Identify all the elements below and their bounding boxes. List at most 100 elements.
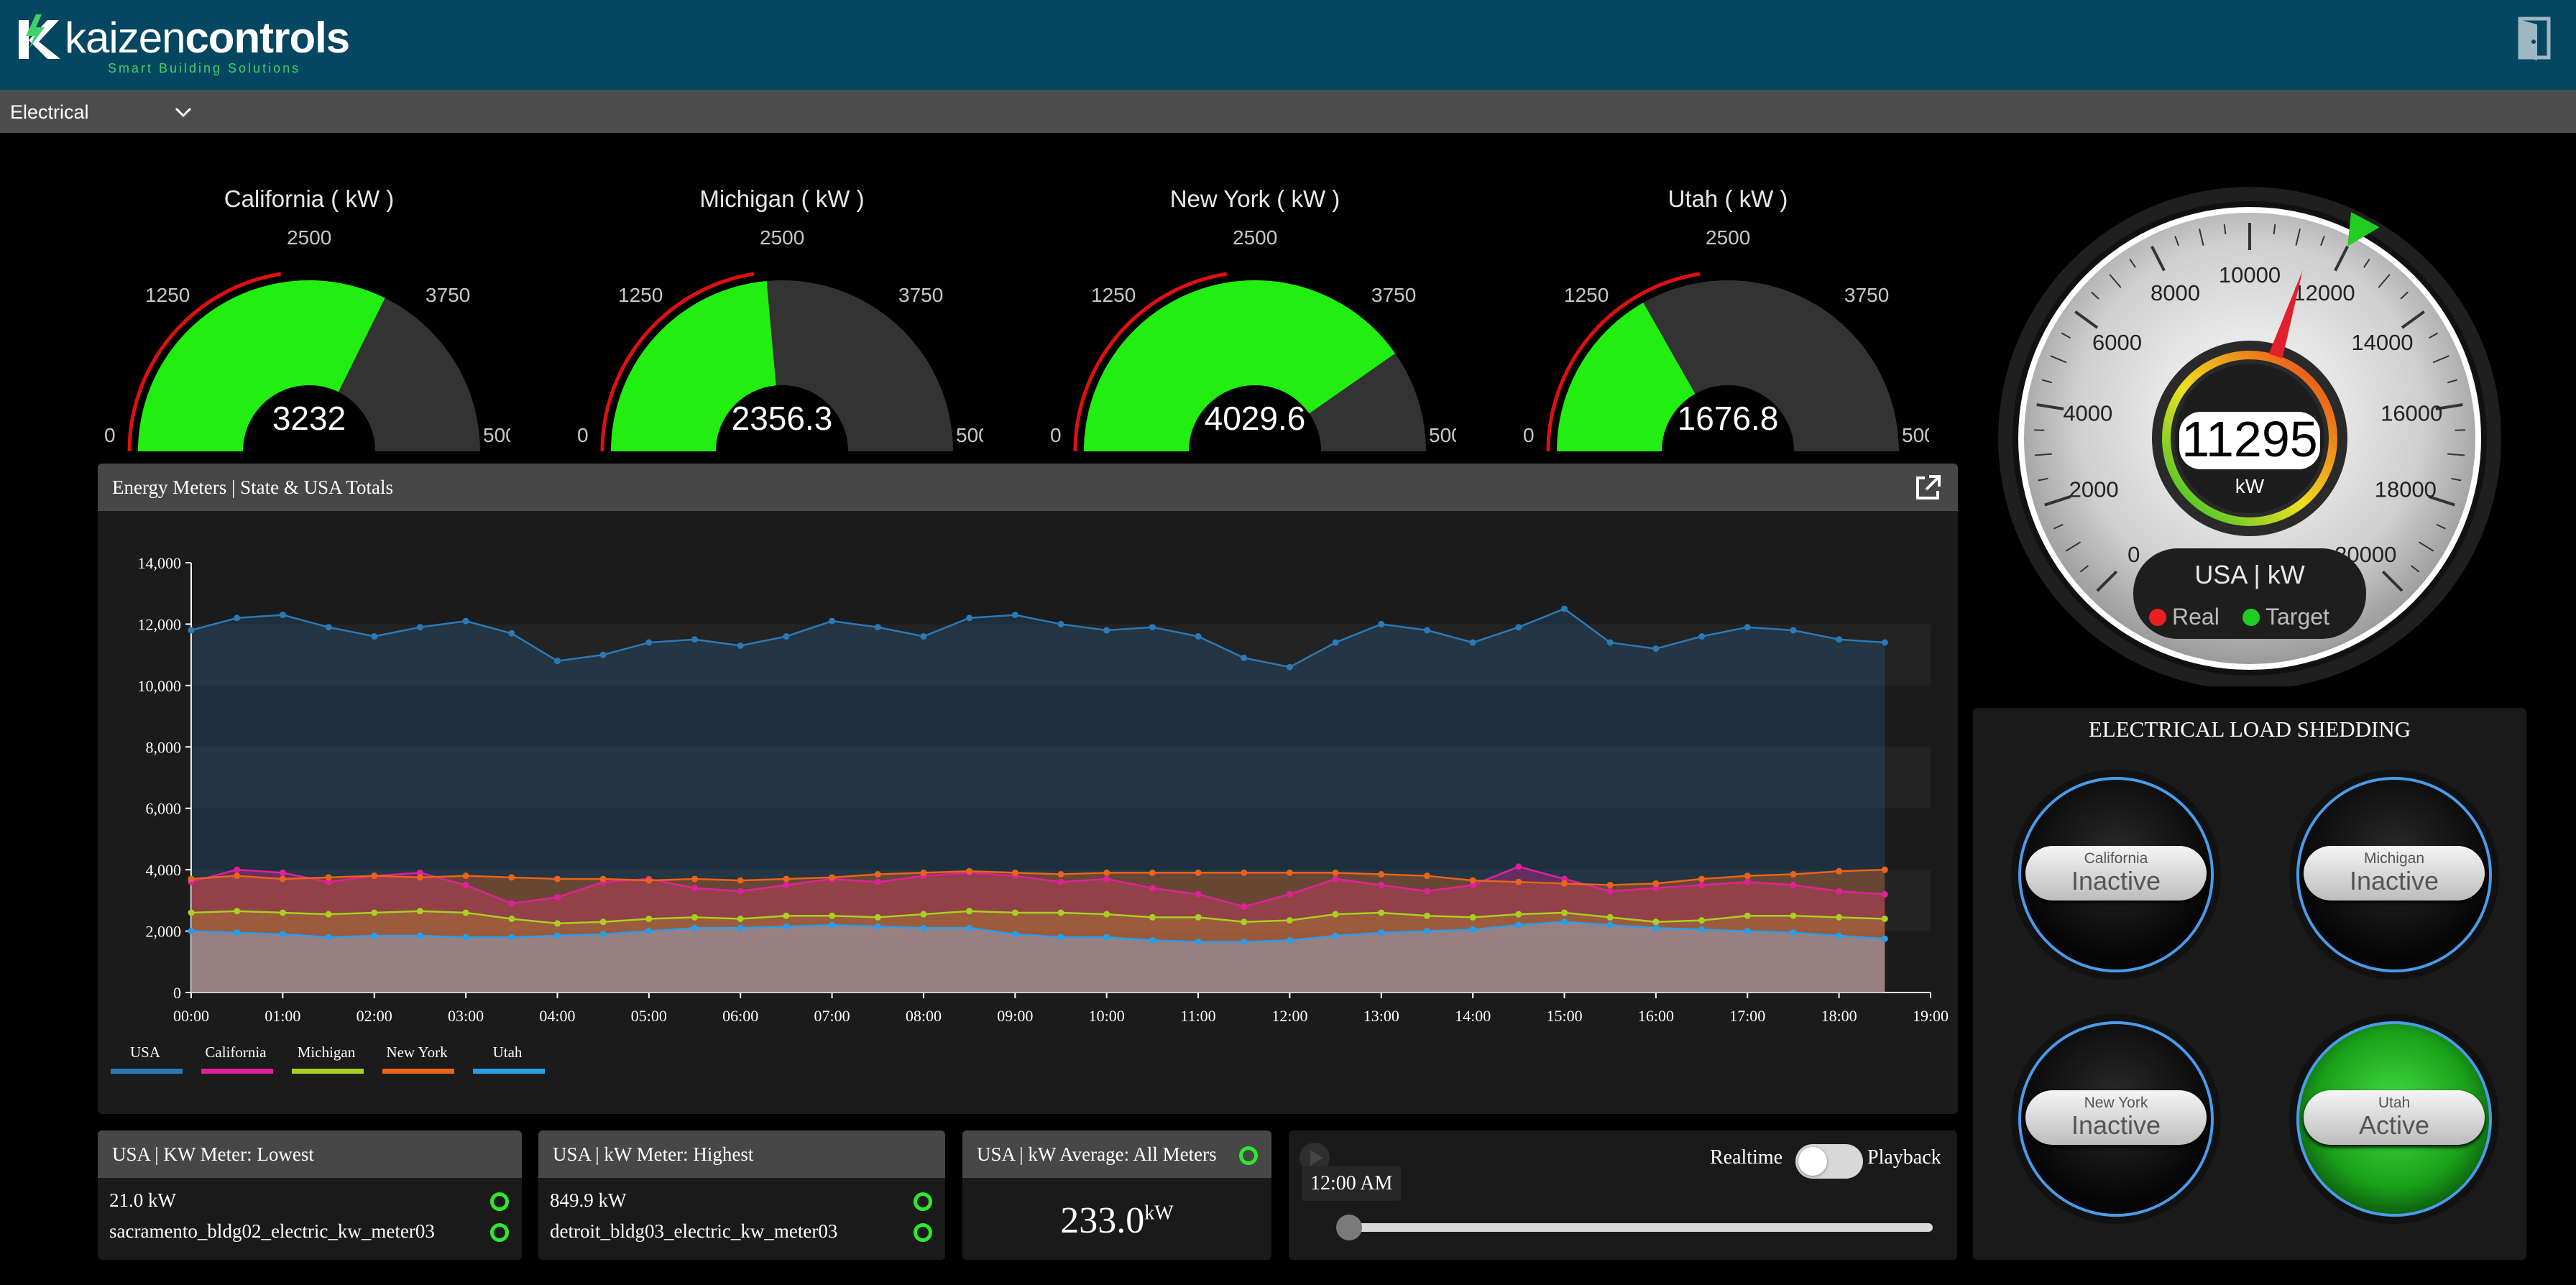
- data-point[interactable]: [1378, 882, 1385, 888]
- data-point[interactable]: [371, 872, 378, 880]
- data-point[interactable]: [645, 877, 653, 884]
- data-point[interactable]: [1241, 903, 1248, 910]
- legend-label[interactable]: Utah: [493, 1044, 523, 1061]
- data-point[interactable]: [1241, 939, 1248, 946]
- data-point[interactable]: [1332, 639, 1339, 646]
- data-point[interactable]: [1195, 939, 1202, 946]
- data-point[interactable]: [1515, 911, 1522, 918]
- data-point[interactable]: [829, 617, 836, 625]
- data-point[interactable]: [783, 875, 790, 883]
- data-point[interactable]: [1011, 909, 1018, 916]
- data-point[interactable]: [508, 630, 515, 637]
- data-point[interactable]: [1011, 612, 1018, 619]
- data-point[interactable]: [1423, 627, 1430, 634]
- data-point[interactable]: [416, 874, 423, 881]
- data-point[interactable]: [1790, 929, 1797, 936]
- data-point[interactable]: [874, 913, 881, 921]
- data-point[interactable]: [1561, 918, 1568, 926]
- data-point[interactable]: [325, 874, 332, 881]
- data-point[interactable]: [416, 624, 423, 631]
- data-point[interactable]: [371, 633, 378, 640]
- data-point[interactable]: [279, 869, 286, 876]
- data-point[interactable]: [1011, 931, 1018, 938]
- data-point[interactable]: [234, 908, 241, 915]
- data-point[interactable]: [920, 869, 927, 876]
- data-point[interactable]: [1836, 913, 1843, 921]
- data-point[interactable]: [1561, 605, 1568, 612]
- data-point[interactable]: [508, 915, 515, 922]
- data-point[interactable]: [279, 931, 286, 938]
- data-point[interactable]: [1836, 636, 1843, 643]
- data-point[interactable]: [553, 894, 561, 901]
- data-point[interactable]: [1378, 620, 1385, 627]
- data-point[interactable]: [553, 658, 561, 665]
- data-point[interactable]: [691, 636, 699, 643]
- data-point[interactable]: [1241, 654, 1248, 661]
- data-point[interactable]: [1515, 863, 1522, 870]
- data-point[interactable]: [874, 624, 881, 631]
- data-point[interactable]: [783, 912, 790, 919]
- legend-label[interactable]: California: [205, 1044, 267, 1061]
- data-point[interactable]: [1698, 926, 1706, 933]
- data-point[interactable]: [1149, 869, 1156, 876]
- load-shed-utah-button[interactable]: Utah Active: [2296, 1021, 2492, 1230]
- data-point[interactable]: [1881, 866, 1888, 873]
- data-point[interactable]: [737, 915, 744, 922]
- data-point[interactable]: [325, 911, 332, 918]
- data-point[interactable]: [188, 928, 195, 935]
- data-point[interactable]: [1149, 885, 1156, 892]
- data-point[interactable]: [1332, 875, 1339, 883]
- data-point[interactable]: [508, 874, 515, 881]
- data-point[interactable]: [1836, 867, 1843, 875]
- data-point[interactable]: [829, 874, 836, 881]
- data-point[interactable]: [599, 918, 607, 926]
- data-point[interactable]: [1561, 909, 1568, 916]
- data-point[interactable]: [691, 875, 699, 883]
- data-point[interactable]: [737, 924, 744, 931]
- data-point[interactable]: [279, 909, 286, 916]
- legend-label[interactable]: New York: [386, 1044, 448, 1061]
- data-point[interactable]: [1241, 918, 1248, 926]
- data-point[interactable]: [1149, 936, 1156, 944]
- data-point[interactable]: [371, 909, 378, 916]
- data-point[interactable]: [1286, 936, 1293, 944]
- data-point[interactable]: [1241, 869, 1248, 876]
- data-point[interactable]: [1057, 871, 1064, 878]
- realtime-playback-toggle[interactable]: [1795, 1144, 1863, 1179]
- data-point[interactable]: [1606, 882, 1614, 888]
- data-point[interactable]: [1378, 929, 1385, 936]
- data-point[interactable]: [462, 872, 469, 880]
- data-point[interactable]: [874, 923, 881, 930]
- data-point[interactable]: [691, 924, 699, 931]
- data-point[interactable]: [599, 931, 607, 938]
- data-point[interactable]: [1881, 935, 1888, 942]
- data-point[interactable]: [1744, 872, 1751, 880]
- data-point[interactable]: [553, 920, 561, 927]
- data-point[interactable]: [462, 909, 469, 916]
- data-point[interactable]: [920, 633, 927, 640]
- data-point[interactable]: [1744, 928, 1751, 935]
- data-point[interactable]: [1378, 871, 1385, 878]
- data-point[interactable]: [966, 924, 973, 931]
- data-point[interactable]: [966, 614, 973, 622]
- data-point[interactable]: [1790, 871, 1797, 878]
- data-point[interactable]: [1057, 620, 1064, 627]
- data-point[interactable]: [1103, 627, 1110, 634]
- data-point[interactable]: [462, 617, 469, 625]
- load-shed-california-button[interactable]: California Inactive: [2018, 777, 2214, 985]
- data-point[interactable]: [1103, 869, 1110, 876]
- data-point[interactable]: [1652, 924, 1660, 931]
- data-point[interactable]: [783, 923, 790, 930]
- data-point[interactable]: [829, 912, 836, 919]
- data-point[interactable]: [416, 908, 423, 915]
- exit-door-icon[interactable]: [2516, 16, 2554, 62]
- data-point[interactable]: [234, 866, 241, 873]
- data-point[interactable]: [874, 878, 881, 885]
- data-point[interactable]: [1606, 888, 1614, 895]
- data-point[interactable]: [508, 934, 515, 941]
- legend-label[interactable]: USA: [130, 1044, 161, 1061]
- data-point[interactable]: [462, 934, 469, 941]
- data-point[interactable]: [645, 928, 653, 935]
- data-point[interactable]: [691, 913, 699, 921]
- data-point[interactable]: [599, 875, 607, 883]
